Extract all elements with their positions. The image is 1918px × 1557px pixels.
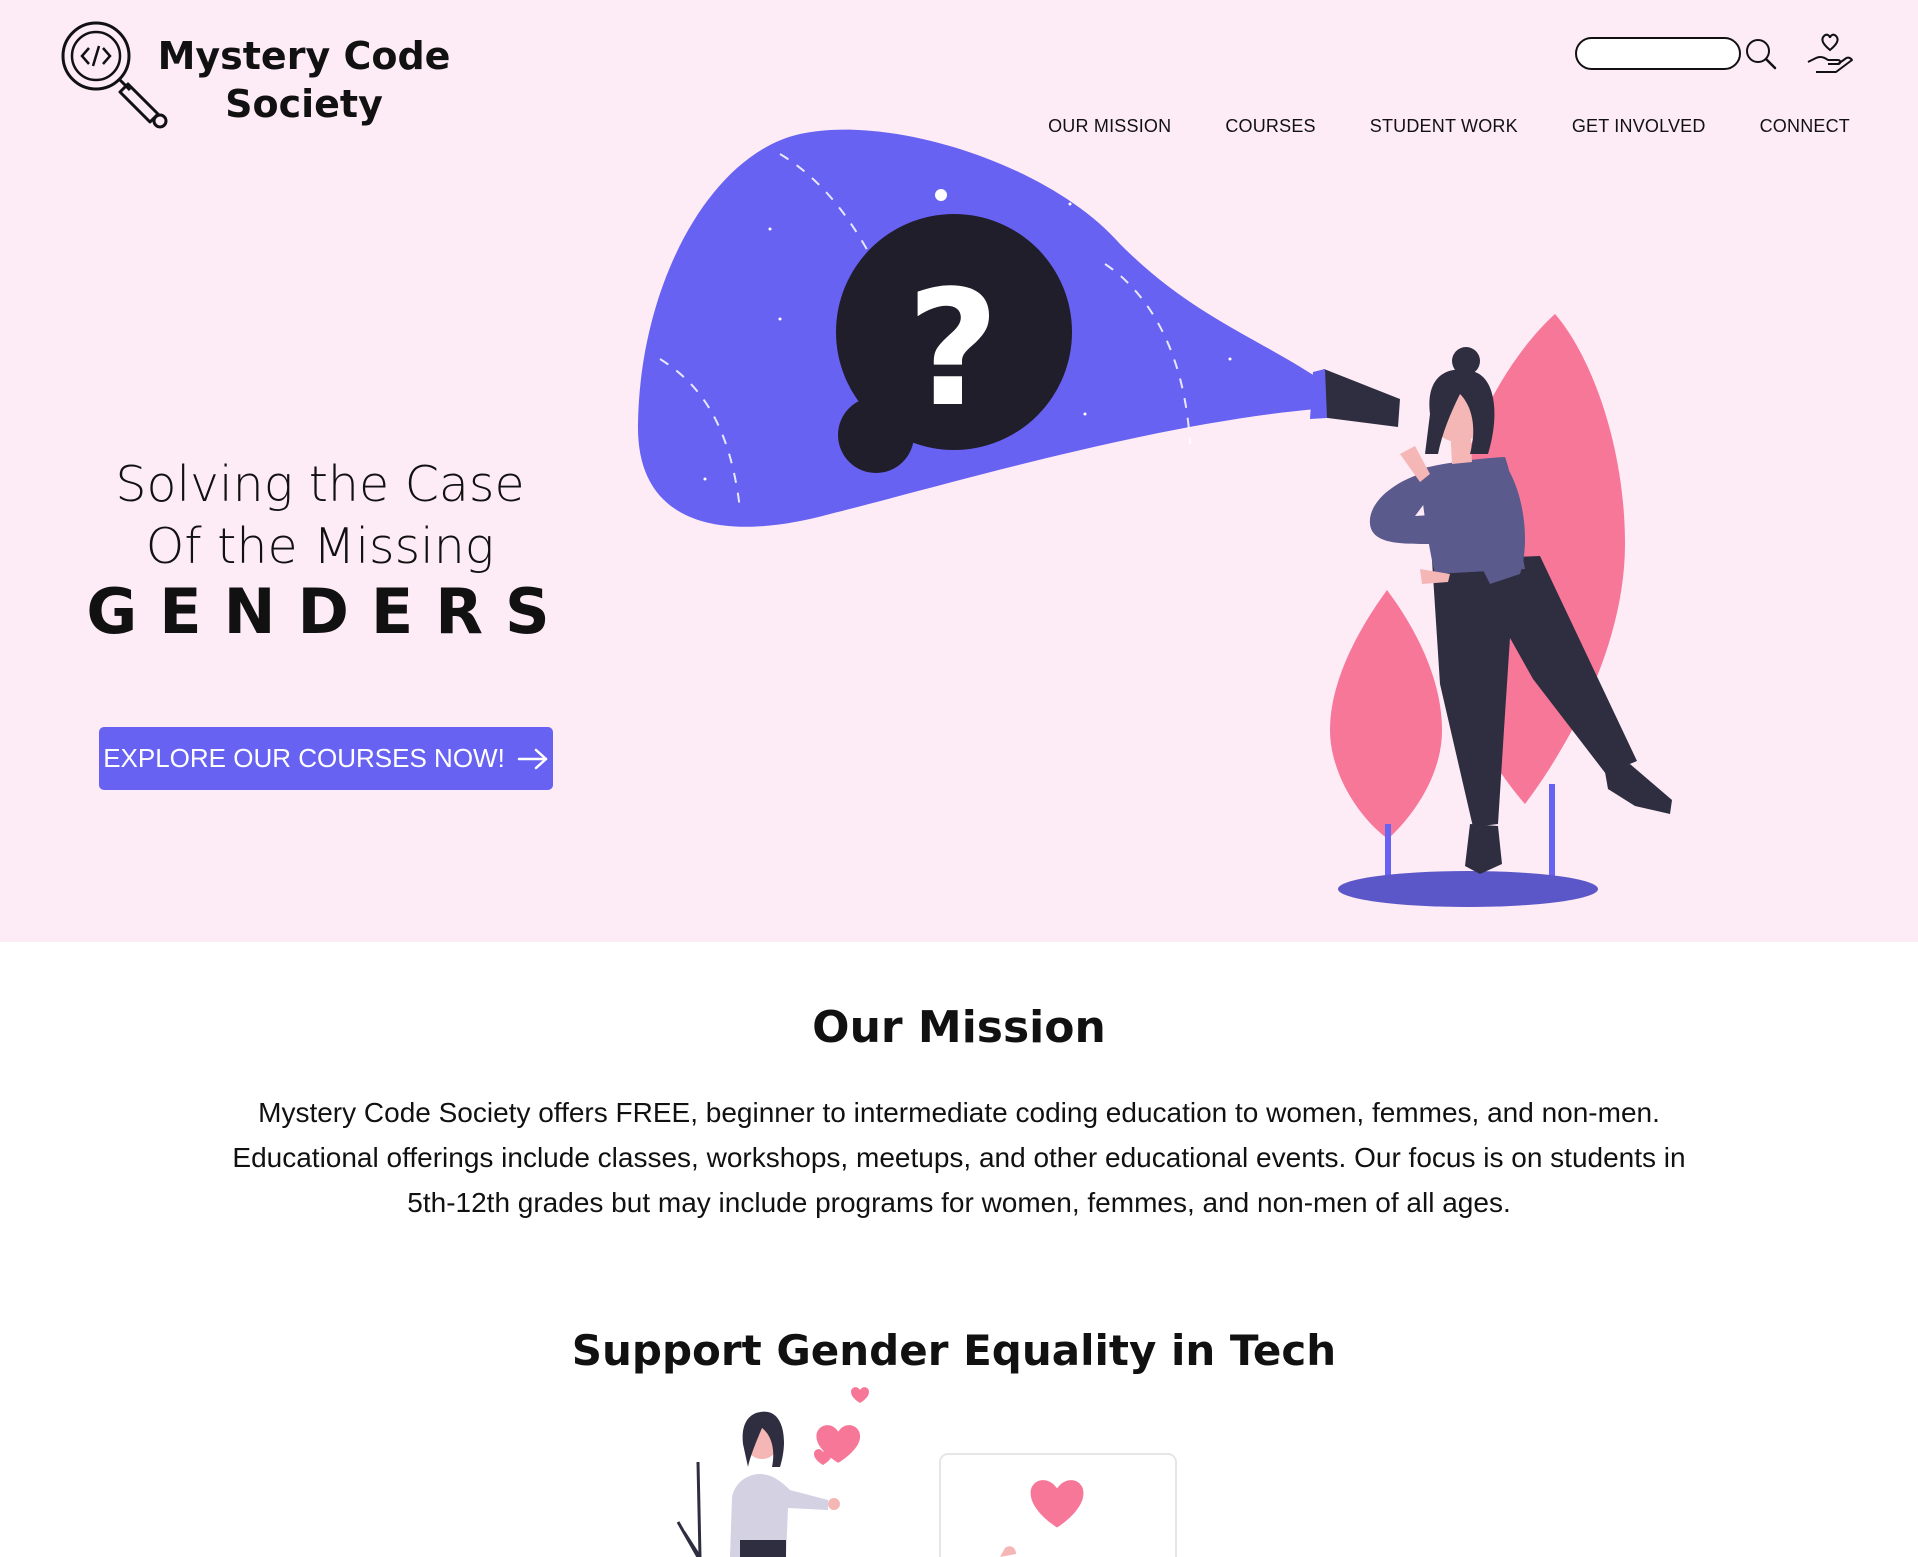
search-icon[interactable]: [1744, 37, 1778, 71]
question-mark-icon: ?: [907, 255, 1000, 442]
hero-line-3: GENDERS: [86, 575, 572, 648]
mission-heading: Our Mission: [812, 1002, 1106, 1053]
brand-name-line1: Mystery Code: [157, 34, 451, 78]
hero-line-1: Solving the Case: [115, 456, 525, 513]
plant-leaf-small: [1330, 590, 1442, 839]
brand-name-line2: Society: [225, 82, 383, 126]
support-heading: Support Gender Equality in Tech: [571, 1326, 1337, 1375]
hero-line-2: Of the Missing: [145, 518, 495, 575]
support-illustration: [676, 1387, 1177, 1557]
explore-courses-button[interactable]: EXPLORE OUR COURSES NOW!: [99, 727, 553, 790]
detective-flashlight-illustration: ?: [637, 129, 1672, 907]
mission-text: Mystery Code Society offers FREE, beginn…: [232, 1097, 1686, 1218]
hero-heading: Solving the Case Of the Missing GENDERS: [60, 454, 580, 646]
brand-name: Mystery Code Society: [144, 32, 464, 128]
logo[interactable]: Mystery Code Society: [58, 18, 450, 130]
nav-connect[interactable]: CONNECT: [1760, 116, 1850, 137]
arrow-right-icon: [517, 748, 548, 769]
search-input[interactable]: [1575, 37, 1741, 70]
explore-courses-label: EXPLORE OUR COURSES NOW!: [103, 743, 505, 773]
donate-hand-heart-icon[interactable]: [1806, 32, 1854, 76]
